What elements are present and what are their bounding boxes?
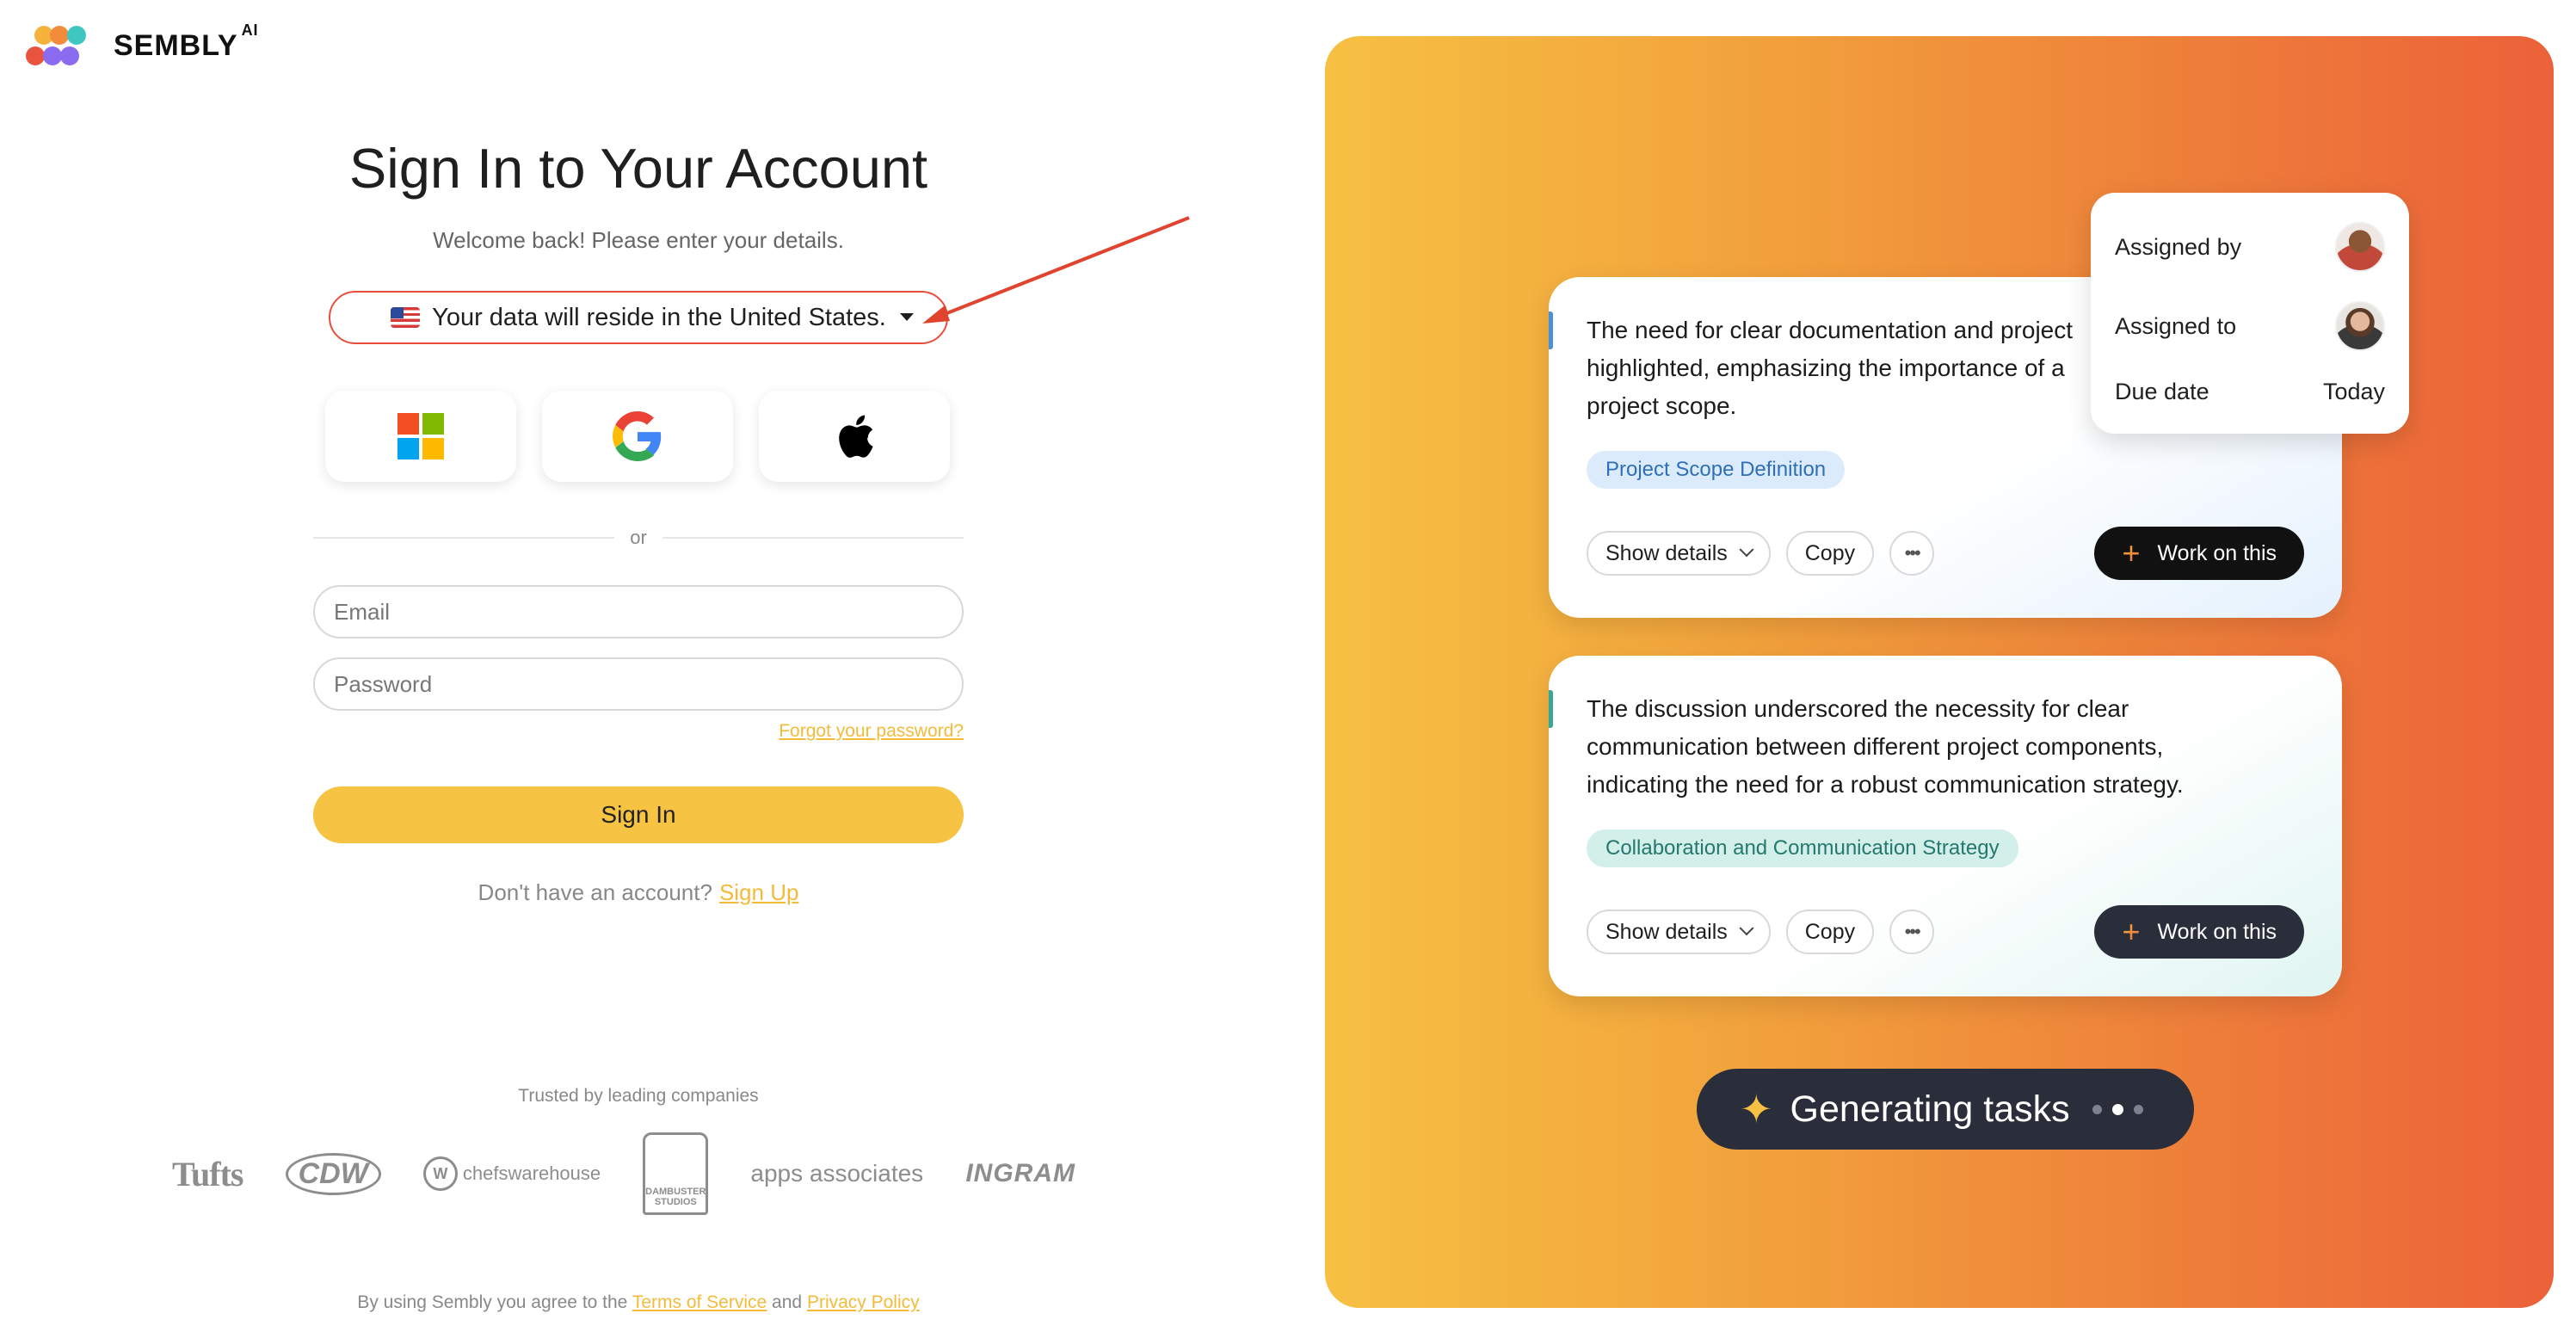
plus-icon: +: [2122, 535, 2141, 570]
task-text: The need for clear documentation and pro…: [1587, 317, 2074, 419]
task-actions: Show details Copy ••• + Work on this: [1587, 527, 2304, 580]
brand-name: SEMBLY: [114, 28, 238, 62]
show-details-button[interactable]: Show details: [1587, 531, 1771, 576]
work-on-this-button[interactable]: + Work on this: [2094, 527, 2304, 580]
privacy-policy-link[interactable]: Privacy Policy: [807, 1292, 920, 1312]
avatar[interactable]: [2335, 222, 2385, 272]
google-login-button[interactable]: [542, 391, 733, 482]
due-date-label: Due date: [2115, 379, 2209, 404]
assigned-to-row: Assigned to: [2115, 301, 2385, 351]
data-region-selector[interactable]: Your data will reside in the United Stat…: [329, 291, 948, 344]
chevron-down-icon: [1739, 542, 1754, 558]
assignment-popover: Assigned by Assigned to Due date Today: [2091, 193, 2409, 434]
brand-superscript: AI: [241, 22, 259, 40]
or-divider: or: [313, 527, 964, 549]
plus-icon: +: [2122, 914, 2141, 949]
task-actions: Show details Copy ••• + Work on this: [1587, 905, 2304, 959]
loading-dots-icon: [2092, 1103, 2143, 1115]
email-field[interactable]: [313, 585, 964, 638]
sembly-wordmark: SEMBLY AI: [114, 22, 259, 63]
apps-associates-logo: apps associates: [750, 1160, 924, 1187]
assigned-by-row: Assigned by: [2115, 222, 2385, 272]
page-subtitle: Welcome back! Please enter your details.: [433, 227, 844, 253]
sembly-logo-mark: [24, 24, 96, 67]
assigned-by-label: Assigned by: [2115, 233, 2242, 260]
due-date-row: Due date Today: [2115, 379, 2385, 405]
apple-logo-icon: [839, 415, 873, 458]
ingram-logo: INGRAM: [965, 1159, 1075, 1187]
forgot-password-link[interactable]: Forgot your password?: [779, 721, 964, 742]
more-options-icon[interactable]: •••: [1889, 910, 1935, 954]
sign-in-button[interactable]: Sign In: [313, 786, 964, 843]
terms-notice: By using Sembly you agree to the Terms o…: [313, 1292, 964, 1313]
us-flag-icon: [391, 307, 421, 328]
terms-and: and: [772, 1292, 803, 1312]
chevron-down-icon: [1739, 921, 1754, 936]
due-date-value: Today: [2322, 379, 2385, 404]
sembly-logo[interactable]: SEMBLY AI: [24, 22, 259, 67]
sign-up-link[interactable]: Sign Up: [719, 879, 799, 905]
signup-prompt: Don't have an account? Sign Up: [313, 879, 964, 906]
annotation-arrow: [922, 216, 1190, 324]
tufts-logo: Tufts: [172, 1154, 243, 1193]
sparkle-icon: ✦: [1740, 1087, 1773, 1132]
divider-text: or: [630, 527, 647, 548]
page-title: Sign In to Your Account: [348, 137, 928, 200]
social-login-group: [325, 391, 950, 482]
chefswarehouse-logo: Wchefswarehouse: [422, 1156, 601, 1191]
task-text: The discussion underscored the necessity…: [1587, 695, 2184, 798]
hero-panel: The need for clear documentation and pro…: [1325, 36, 2554, 1308]
terms-prefix: By using Sembly you agree to the: [357, 1292, 628, 1312]
region-text: Your data will reside in the United Stat…: [432, 303, 886, 331]
apple-login-button[interactable]: [759, 391, 950, 482]
microsoft-login-button[interactable]: [325, 391, 516, 482]
avatar[interactable]: [2335, 301, 2385, 351]
task-tag[interactable]: Project Scope Definition: [1587, 451, 1846, 489]
dambuster-studios-logo: DAMBUSTER STUDIOS: [643, 1132, 709, 1215]
copy-button[interactable]: Copy: [1785, 531, 1875, 576]
trusted-label: Trusted by leading companies: [518, 1086, 759, 1106]
terms-of-service-link[interactable]: Terms of Service: [632, 1292, 767, 1312]
generating-text: Generating tasks: [1790, 1088, 2070, 1130]
assigned-to-label: Assigned to: [2115, 312, 2237, 339]
company-logos: Tufts CDW Wchefswarehouse DAMBUSTER STUD…: [172, 1132, 1075, 1215]
show-details-button[interactable]: Show details: [1587, 910, 1771, 954]
cdw-logo: CDW: [285, 1152, 381, 1195]
more-options-icon[interactable]: •••: [1889, 531, 1935, 576]
task-card: The discussion underscored the necessity…: [1549, 656, 2342, 996]
work-on-this-button[interactable]: + Work on this: [2094, 905, 2304, 959]
task-tag[interactable]: Collaboration and Communication Strategy: [1587, 829, 2018, 867]
google-logo-icon: [613, 411, 662, 461]
microsoft-logo-icon: [397, 413, 444, 459]
no-account-text: Don't have an account?: [478, 879, 712, 905]
copy-button[interactable]: Copy: [1785, 910, 1875, 954]
generating-tasks-status: ✦ Generating tasks: [1697, 1069, 2194, 1150]
password-field[interactable]: [313, 657, 964, 711]
